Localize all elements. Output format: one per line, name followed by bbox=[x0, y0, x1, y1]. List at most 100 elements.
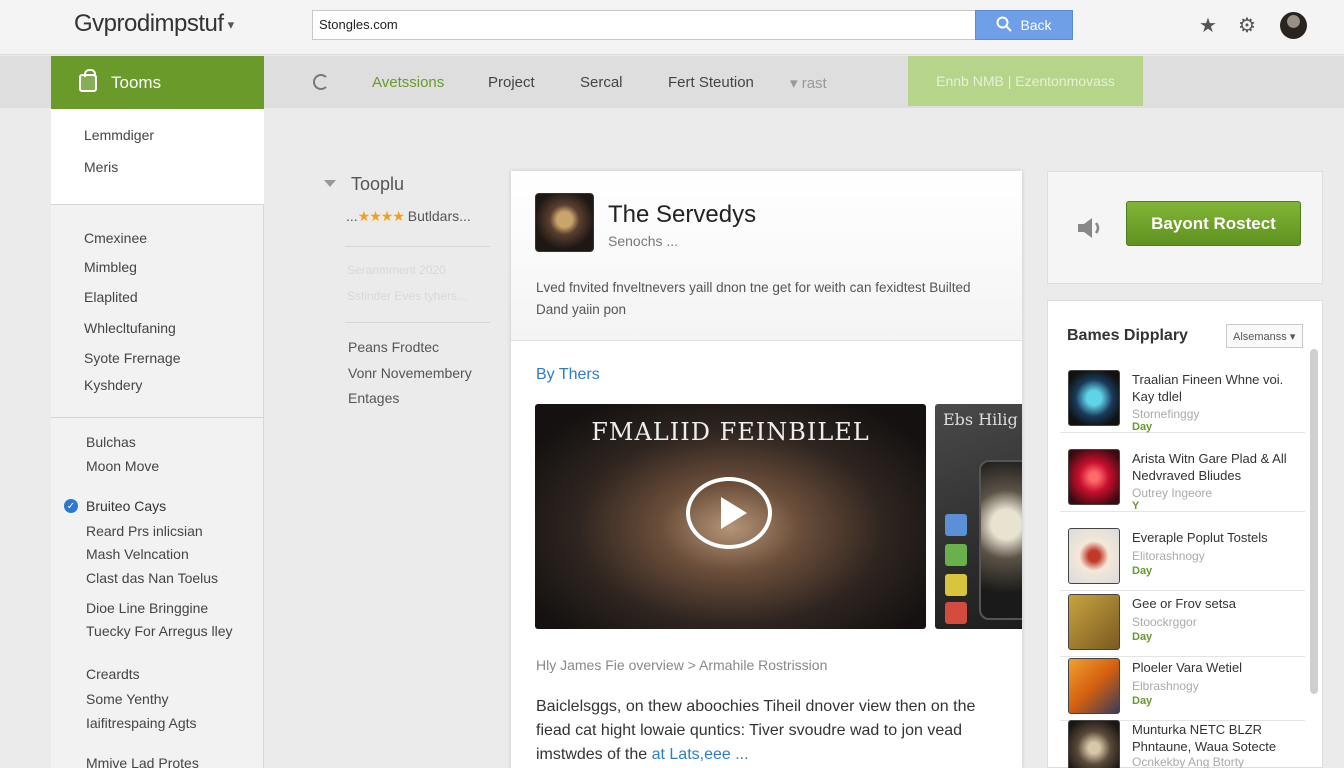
developer-link[interactable]: By Thers bbox=[536, 366, 600, 384]
chevron-down-icon: ▾ bbox=[790, 75, 802, 92]
shopping-bag-icon bbox=[79, 68, 97, 92]
sidebar-item[interactable]: Clast das Nan Toelus bbox=[86, 570, 218, 586]
body-text: Baiclelsggs, on thew aboochies Tiheil dn… bbox=[536, 695, 1006, 767]
sidebar-item[interactable]: Bulchas bbox=[86, 434, 136, 450]
speaker-icon[interactable] bbox=[1074, 212, 1106, 244]
top-bar: Gvprodimpstuf ▾ Stongles.com Back ★ ⚙ bbox=[0, 0, 1344, 55]
sidebar-item[interactable]: Mimbleg bbox=[84, 259, 137, 275]
collapse-triangle-icon[interactable] bbox=[324, 180, 336, 187]
search-button-label: Back bbox=[1020, 17, 1052, 33]
item-thumbnail bbox=[1068, 594, 1120, 650]
screenshot-text: Ebs Hilig bbox=[943, 410, 1018, 429]
middle-link[interactable]: Entages bbox=[348, 390, 399, 406]
app-thumb-icon bbox=[945, 602, 967, 624]
app-title: The Servedys bbox=[608, 201, 757, 228]
item-title: Gee or Frov setsa bbox=[1132, 596, 1237, 611]
item-price: Y bbox=[1132, 500, 1140, 512]
item-price: Day bbox=[1132, 565, 1153, 577]
read-more-link[interactable]: at Lats,eee ... bbox=[652, 746, 749, 763]
search-input[interactable]: Stongles.com bbox=[312, 10, 976, 40]
sidebar-item[interactable]: Dioe Line Bringgine bbox=[86, 600, 208, 616]
sidebar-item[interactable]: Tuecky For Arregus lley bbox=[86, 623, 233, 639]
chevron-down-icon[interactable]: ▾ bbox=[228, 17, 235, 32]
check-icon: ✓ bbox=[64, 499, 78, 513]
video-player[interactable]: FMALIID FEINBILEL bbox=[535, 404, 926, 629]
faded-text: Seranmment 2020 bbox=[347, 263, 446, 277]
app-thumb-icon bbox=[945, 574, 967, 596]
rating-prefix: ... bbox=[346, 208, 358, 224]
rating-row: ...★★★★ Butldars... bbox=[346, 208, 471, 225]
item-title: Traalian Fineen Whne voi. Kay tdlel bbox=[1132, 372, 1284, 404]
item-price: Day bbox=[1132, 695, 1153, 707]
item-subtitle: Stoockrggor bbox=[1132, 615, 1197, 629]
app-description: Lved fnvited fnveltnevers yaill dnon tne… bbox=[536, 280, 971, 317]
sidebar-item[interactable]: Syote Frernage bbox=[84, 350, 181, 366]
list-item[interactable]: Arista Witn Gare Plad & All Nedvraved Bl… bbox=[1060, 444, 1305, 512]
star-icon[interactable]: ★ bbox=[1196, 13, 1220, 37]
item-thumbnail bbox=[1068, 658, 1120, 714]
sidebar-item[interactable]: Elaplited bbox=[84, 289, 138, 305]
refresh-icon[interactable] bbox=[313, 74, 329, 90]
nav-item-4[interactable]: Fert Steution bbox=[668, 74, 754, 91]
search-button[interactable]: Back bbox=[975, 10, 1073, 40]
nav-item-3[interactable]: Sercal bbox=[580, 74, 623, 91]
sidebar-item[interactable]: Creardts bbox=[86, 666, 140, 682]
item-title: Arista Witn Gare Plad & All Nedvraved Bl… bbox=[1132, 451, 1287, 483]
video-title: FMALIID FEINBILEL bbox=[591, 418, 870, 446]
avatar[interactable] bbox=[1280, 12, 1307, 39]
sidebar-item[interactable]: Iaifitrespaing Agts bbox=[86, 715, 197, 731]
divider bbox=[345, 246, 490, 247]
item-subtitle: Ocnkekby Ang Btorty bbox=[1132, 755, 1245, 768]
item-title: Ploeler Vara Wetiel bbox=[1132, 660, 1243, 675]
item-subtitle: Outrey Ingeore bbox=[1132, 486, 1213, 500]
list-item[interactable]: Traalian Fineen Whne voi. Kay tdlel Stor… bbox=[1060, 365, 1305, 433]
sidebar-item[interactable]: Kyshdery bbox=[84, 377, 142, 393]
sidebar-item[interactable]: Meris bbox=[84, 159, 118, 175]
item-thumbnail bbox=[1068, 720, 1120, 768]
sort-dropdown[interactable]: Alsemanss ▾ bbox=[1226, 324, 1303, 348]
screenshot-thumbnail[interactable]: Ebs Hilig bbox=[935, 404, 1022, 629]
sidebar-item-selected[interactable]: Bruiteo Cays bbox=[86, 498, 166, 514]
scrollbar[interactable] bbox=[1310, 349, 1318, 694]
chevron-down-icon: ▾ bbox=[1289, 331, 1296, 343]
middle-link[interactable]: Vonr Novemembery bbox=[348, 365, 472, 381]
nav-item-2[interactable]: Project bbox=[488, 74, 535, 91]
list-item[interactable]: Munturka NETC BLZR Phntaune, Waua Sotect… bbox=[1060, 715, 1305, 768]
app-thumb-icon bbox=[945, 514, 967, 536]
item-title: Everaple Poplut Tostels bbox=[1132, 530, 1268, 545]
app-subtitle: Senochs ... bbox=[608, 233, 679, 249]
logo-text: Gvprodimpstuf bbox=[74, 10, 224, 37]
nav-cta-button[interactable]: Ennb NMB | Ezentonmovass bbox=[908, 56, 1143, 106]
app-logo[interactable]: Gvprodimpstuf ▾ bbox=[74, 10, 234, 38]
breadcrumb[interactable]: Hly James Fie overview > Armahile Rostri… bbox=[536, 657, 827, 673]
sidebar-item[interactable]: Some Yenthy bbox=[86, 691, 169, 707]
gear-icon[interactable]: ⚙ bbox=[1235, 13, 1259, 37]
buy-button[interactable]: Bayont Rostect bbox=[1126, 201, 1301, 246]
tab-active[interactable]: Tooms bbox=[51, 56, 264, 109]
sidebar-item[interactable]: Mmive Lad Protes bbox=[86, 755, 199, 768]
left-sidebar bbox=[51, 109, 264, 768]
body-text-content: Baiclelsggs, on thew aboochies Tiheil dn… bbox=[536, 698, 976, 763]
rating-stars: ★★★★ bbox=[357, 208, 405, 224]
nav-item-1[interactable]: Avetssions bbox=[372, 74, 444, 91]
related-list-panel: Bames Dipplary Alsemanss ▾ Traalian Fine… bbox=[1047, 300, 1323, 768]
search-icon bbox=[996, 16, 1013, 35]
sidebar-divider bbox=[51, 417, 264, 418]
sidebar-item[interactable]: Reard Prs inlicsian bbox=[86, 523, 203, 539]
list-item[interactable]: Gee or Frov setsa Stoockrggor Day bbox=[1060, 589, 1305, 657]
sidebar-item[interactable]: Mash Velncation bbox=[86, 546, 189, 562]
item-thumbnail bbox=[1068, 528, 1120, 584]
list-item[interactable]: Ploeler Vara Wetiel Elbrashnogy Day bbox=[1060, 653, 1305, 721]
middle-link[interactable]: Peans Frodtec bbox=[348, 339, 439, 355]
sidebar-item[interactable]: Whlecltufaning bbox=[84, 320, 176, 336]
list-title: Bames Dipplary bbox=[1067, 327, 1188, 344]
sidebar-item[interactable]: Lemmdiger bbox=[84, 127, 154, 143]
nav-item-5-label: rast bbox=[801, 75, 827, 92]
sidebar-item[interactable]: Moon Move bbox=[86, 458, 159, 474]
sidebar-item[interactable]: Cmexinee bbox=[84, 230, 147, 246]
nav-item-5[interactable]: ▾ rast bbox=[790, 74, 827, 92]
section-title: Tooplu bbox=[351, 174, 405, 194]
play-icon[interactable] bbox=[686, 477, 772, 549]
list-item[interactable]: Everaple Poplut Tostels Elitorashnogy Da… bbox=[1060, 523, 1305, 591]
sort-dropdown-value: Alsemanss bbox=[1233, 331, 1287, 343]
